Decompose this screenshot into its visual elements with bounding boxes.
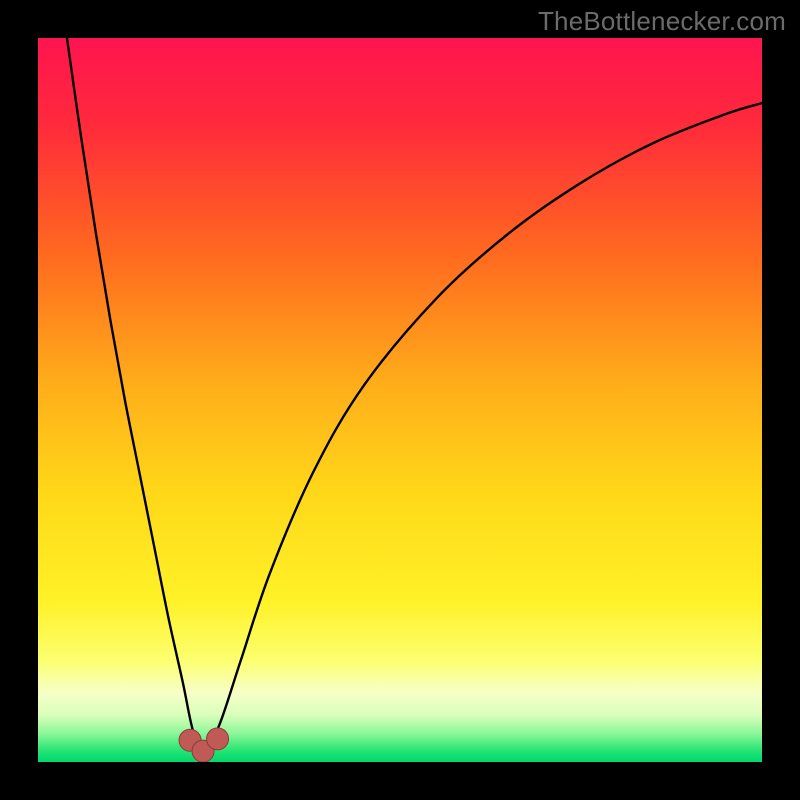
bottleneck-curve xyxy=(67,38,762,748)
chart-stage: TheBottlenecker.com xyxy=(0,0,800,800)
curve-layer xyxy=(38,38,762,762)
plot-area xyxy=(38,38,762,762)
marker-min-right xyxy=(207,728,229,750)
watermark-label: TheBottlenecker.com xyxy=(538,6,786,37)
min-markers xyxy=(179,728,229,762)
